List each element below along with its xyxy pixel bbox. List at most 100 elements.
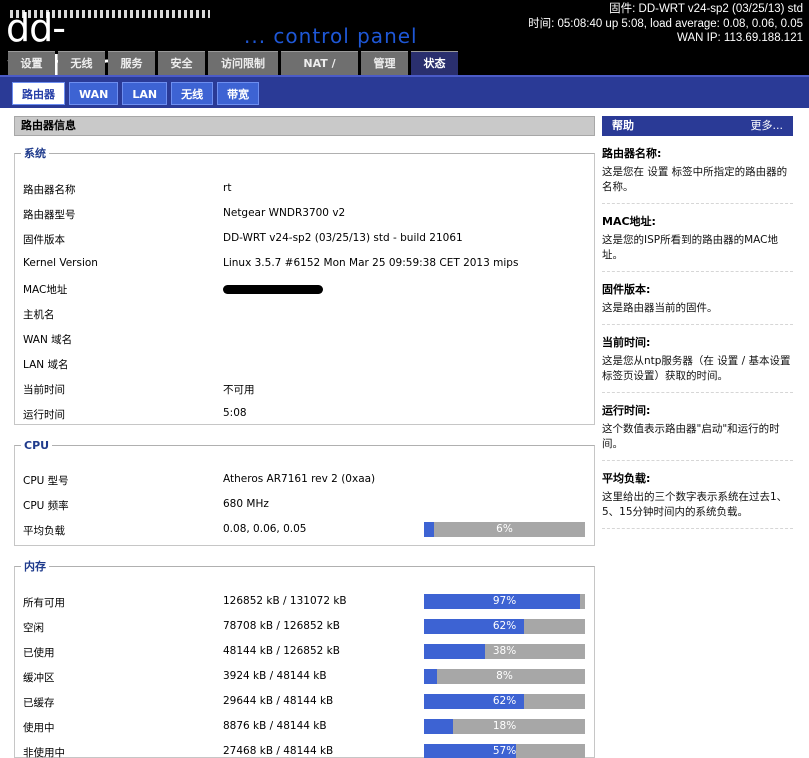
help-item-title: 当前时间: xyxy=(602,336,651,349)
tab-setup[interactable]: 设置 xyxy=(8,51,55,75)
row-value: rt xyxy=(223,182,232,194)
info-row: 运行时间 5:08 xyxy=(23,404,588,424)
sub-tabs: 路由器 WAN LAN 无线 带宽 xyxy=(12,82,260,105)
main-tabs: 设置 无线 服务 安全 访问限制 NAT / QoS 管理 状态 xyxy=(8,51,458,94)
tab-access-restrictions[interactable]: 访问限制 xyxy=(208,51,278,75)
info-row: 路由器名称 rt xyxy=(23,179,588,199)
subtab-router[interactable]: 路由器 xyxy=(12,82,65,105)
bar-percent: 38% xyxy=(492,645,517,657)
tab-wireless[interactable]: 无线 xyxy=(58,51,105,75)
help-item-title: 运行时间: xyxy=(602,404,651,417)
bar-percent: 62% xyxy=(492,620,517,632)
row-value: Linux 3.5.7 #6152 Mon Mar 25 09:59:38 CE… xyxy=(223,257,519,269)
logo-stripes xyxy=(10,10,210,18)
help-item-title: 平均负载: xyxy=(602,472,651,485)
info-row: 固件版本 DD-WRT v24-sp2 (03/25/13) std - bui… xyxy=(23,229,588,249)
info-row: CPU 型号 Atheros AR7161 rev 2 (0xaa) xyxy=(23,470,588,490)
row-value: 27468 kB / 48144 kB xyxy=(223,745,334,757)
header-info: 固件: DD-WRT v24-sp2 (03/25/13) std 时间: 05… xyxy=(528,2,803,46)
row-label: 空闲 xyxy=(23,622,44,634)
info-row: 路由器型号 Netgear WNDR3700 v2 xyxy=(23,204,588,224)
row-value: 5:08 xyxy=(223,407,247,419)
row-label: 所有可用 xyxy=(23,597,65,609)
tab-services[interactable]: 服务 xyxy=(108,51,155,75)
help-item-title: 固件版本: xyxy=(602,283,651,296)
info-row: CPU 频率 680 MHz xyxy=(23,495,588,515)
usage-bar: 97% xyxy=(424,594,585,609)
row-label: LAN 域名 xyxy=(23,359,69,371)
tab-security[interactable]: 安全 xyxy=(158,51,205,75)
control-panel-subtitle: ... control panel xyxy=(244,24,418,48)
cpu-legend: CPU xyxy=(24,439,50,452)
row-label: CPU 型号 xyxy=(23,475,69,487)
row-label: 缓冲区 xyxy=(23,672,55,684)
row-label: Kernel Version xyxy=(23,257,98,269)
row-label: 主机名 xyxy=(23,309,55,321)
subtab-wan[interactable]: WAN xyxy=(69,82,119,105)
usage-bar: 38% xyxy=(424,644,585,659)
usage-bar: 62% xyxy=(424,694,585,709)
redacted-mac-value xyxy=(223,285,323,294)
help-item-body: 这里给出的三个数字表示系统在过去1、5、15分钟时间内的系统负载。 xyxy=(602,491,788,518)
bar-percent: 18% xyxy=(492,720,517,732)
main-content: 路由器信息 系统 路由器名称 rt 路由器型号 Netgear WNDR3700… xyxy=(8,108,595,758)
row-value: 48144 kB / 126852 kB xyxy=(223,645,340,657)
row-value: Netgear WNDR3700 v2 xyxy=(223,207,346,219)
tab-nat-qos[interactable]: NAT / QoS xyxy=(281,51,358,94)
help-title: 帮助 xyxy=(612,119,634,132)
system-legend: 系统 xyxy=(24,147,46,160)
row-value: 不可用 xyxy=(223,384,255,396)
info-row: Kernel Version Linux 3.5.7 #6152 Mon Mar… xyxy=(23,254,588,274)
sub-tab-bar: 路由器 WAN LAN 无线 带宽 xyxy=(0,75,809,108)
help-item: 路由器名称: 这是您在 设置 标签中所指定的路由器的名称。 xyxy=(602,136,793,204)
row-value: 78708 kB / 126852 kB xyxy=(223,620,340,632)
bar-percent: 57% xyxy=(492,745,517,757)
row-value: Atheros AR7161 rev 2 (0xaa) xyxy=(223,473,376,485)
row-label: 固件版本 xyxy=(23,234,65,246)
help-header: 帮助 更多... xyxy=(602,116,793,136)
bar-percent: 6% xyxy=(496,523,513,535)
row-label: CPU 频率 xyxy=(23,500,69,512)
usage-bar: 57% xyxy=(424,744,585,758)
system-fieldset: 系统 路由器名称 rt 路由器型号 Netgear WNDR3700 v2 固件… xyxy=(14,145,595,425)
row-label: 运行时间 xyxy=(23,409,65,421)
memory-fieldset: 内存 所有可用 126852 kB / 131072 kB 97% 空闲 787… xyxy=(14,558,595,758)
row-label: 已使用 xyxy=(23,647,55,659)
info-row: 缓冲区 3924 kB / 48144 kB 8% xyxy=(23,667,588,687)
info-row: LAN 域名 xyxy=(23,354,588,374)
row-label: MAC地址 xyxy=(23,284,68,296)
header: dd-wrt.com ... control panel 固件: DD-WRT … xyxy=(0,0,809,94)
help-item-body: 这个数值表示路由器"启动"和运行的时间。 xyxy=(602,423,780,450)
help-item: 当前时间: 这是您从ntp服务器（在 设置 / 基本设置 标签页设置）获取的时间… xyxy=(602,325,793,393)
firmware-line: 固件: DD-WRT v24-sp2 (03/25/13) std xyxy=(609,3,803,15)
help-panel: 帮助 更多... 路由器名称: 这是您在 设置 标签中所指定的路由器的名称。 M… xyxy=(602,116,793,529)
info-row: 所有可用 126852 kB / 131072 kB 97% xyxy=(23,592,588,612)
load-bar: 6% xyxy=(424,522,585,537)
tab-status[interactable]: 状态 xyxy=(411,51,458,75)
row-value: 680 MHz xyxy=(223,498,269,510)
cpu-fieldset: CPU CPU 型号 Atheros AR7161 rev 2 (0xaa) C… xyxy=(14,439,595,546)
info-row: 已缓存 29644 kB / 48144 kB 62% xyxy=(23,692,588,712)
help-item-body: 这是您从ntp服务器（在 设置 / 基本设置 标签页设置）获取的时间。 xyxy=(602,355,791,382)
help-item-title: 路由器名称: xyxy=(602,147,662,160)
row-label: 平均负载 xyxy=(23,525,65,537)
info-row: 主机名 xyxy=(23,304,588,324)
section-title: 路由器信息 xyxy=(14,116,595,136)
info-row: MAC地址 xyxy=(23,279,588,299)
info-row: 已使用 48144 kB / 126852 kB 38% xyxy=(23,642,588,662)
row-label: 非使用中 xyxy=(23,747,65,758)
tab-administration[interactable]: 管理 xyxy=(361,51,408,75)
usage-bar: 62% xyxy=(424,619,585,634)
info-row: 当前时间 不可用 xyxy=(23,379,588,399)
help-more-link[interactable]: 更多... xyxy=(751,116,784,136)
help-item-body: 这是您的ISP所看到的路由器的MAC地址。 xyxy=(602,234,778,261)
wan-ip-line: WAN IP: 113.69.188.121 xyxy=(677,32,803,44)
help-item: 运行时间: 这个数值表示路由器"启动"和运行的时间。 xyxy=(602,393,793,461)
subtab-wireless[interactable]: 无线 xyxy=(171,82,214,105)
row-value: 126852 kB / 131072 kB xyxy=(223,595,347,607)
row-label: 已缓存 xyxy=(23,697,55,709)
help-item-body: 这是路由器当前的固件。 xyxy=(602,302,718,314)
subtab-lan[interactable]: LAN xyxy=(122,82,168,105)
row-label: 使用中 xyxy=(23,722,55,734)
subtab-bandwidth[interactable]: 带宽 xyxy=(217,82,260,105)
